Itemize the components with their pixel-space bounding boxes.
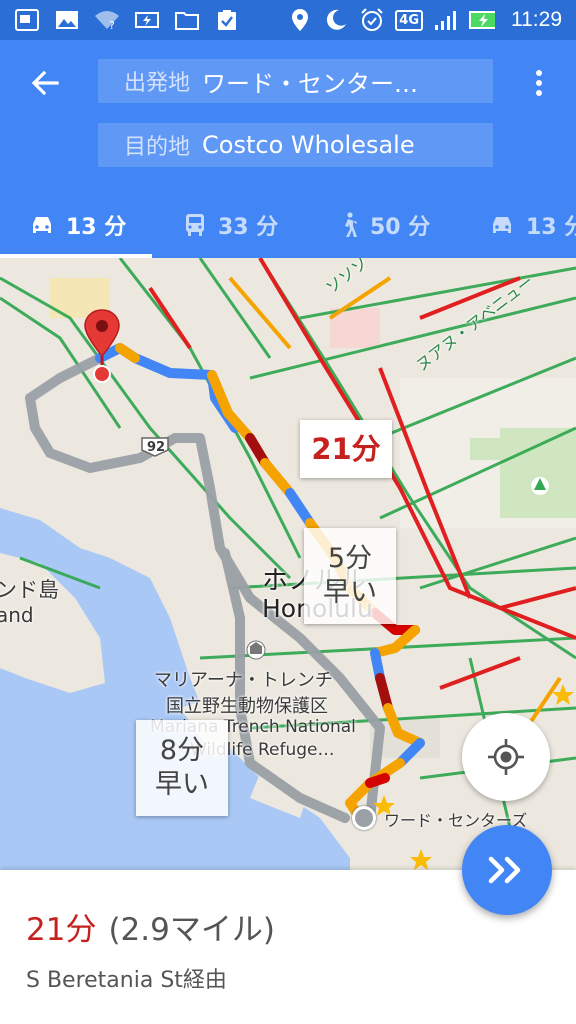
folder-icon (174, 8, 200, 32)
svg-text:?: ? (109, 19, 115, 30)
park-area (500, 428, 576, 518)
refuge-label-jp-1: マリアーナ・トレンチ (154, 670, 333, 691)
destination-label: 目的地 (124, 135, 191, 160)
route-time-callout-primary[interactable]: 21分 (300, 420, 392, 478)
arrow-back-icon (31, 70, 59, 96)
route-distance: (2.9マイル) (108, 912, 275, 948)
destination-field[interactable]: 目的地 Costco Wholesale (98, 123, 493, 167)
alt1-faster: 早い (323, 577, 377, 608)
route-92-label: 92 (147, 440, 166, 455)
park-tree-icon (531, 477, 549, 495)
alt2-time: 8分 (159, 735, 205, 766)
bus-icon (186, 214, 204, 236)
taxi-icon (493, 217, 511, 233)
primary-time: 21分 (311, 432, 381, 466)
tab-walk-label: 50 分 (370, 215, 431, 240)
route-time-callout-alt1[interactable]: 5分 早い (304, 528, 396, 624)
status-bar: ? 4G 11:29 (0, 0, 576, 40)
directions-header: 出発地 ワード・センター… 目的地 Costco Wholesale 13 分 … (0, 40, 576, 258)
tab-drive[interactable]: 13 分 (30, 192, 126, 258)
route-duration: 21分 (26, 912, 97, 948)
network-4g-icon: 4G (395, 9, 423, 31)
destination-pin-icon[interactable] (82, 308, 122, 386)
clipboard-check-icon (214, 8, 240, 32)
status-left-icons: ? (14, 8, 240, 32)
origin-value: ワード・センター… (202, 69, 419, 98)
island-label-en: and (0, 603, 34, 627)
moon-icon (323, 8, 349, 32)
origin-label: 出発地 (124, 71, 191, 96)
route-summary: 21分 (2.9マイル) (26, 904, 275, 949)
double-chevron-right-icon (488, 856, 521, 884)
route-via: S Beretania St経由 (26, 968, 227, 993)
wifi-question-icon: ? (94, 8, 120, 32)
alt2-faster: 早い (155, 769, 209, 800)
alt1-time: 5分 (327, 543, 373, 574)
more-options-button[interactable] (524, 60, 554, 106)
battery-charging-icon (469, 8, 495, 32)
tab-transit-label: 33 分 (218, 215, 279, 240)
alarm-icon (359, 8, 385, 32)
my-location-icon (488, 739, 524, 775)
more-vert-icon (536, 70, 542, 96)
status-right-icons: 4G 11:29 (287, 8, 562, 32)
location-icon (287, 8, 313, 32)
island-label-jp: ンド島 (0, 578, 59, 602)
destination-value: Costco Wholesale (202, 131, 415, 159)
my-location-button[interactable] (462, 713, 550, 801)
notification-app-icon (14, 8, 40, 32)
refuge-label-jp-2: 国立野生動物保護区 (166, 696, 328, 717)
signal-icon (433, 8, 459, 32)
tab-transit[interactable]: 33 分 (184, 192, 278, 258)
origin-marker[interactable] (352, 806, 376, 830)
travel-mode-tabs: 13 分 33 分 50 分 13 分 (0, 192, 576, 258)
status-time: 11:29 (511, 8, 562, 31)
origin-field[interactable]: 出発地 ワード・センター… (98, 59, 493, 103)
route-time-callout-alt2[interactable]: 8分 早い (136, 720, 228, 816)
refuge-landmark-icon (246, 640, 266, 660)
walk-icon (345, 212, 357, 237)
start-navigation-button[interactable] (462, 825, 552, 915)
car-icon (33, 217, 51, 233)
image-icon (54, 8, 80, 32)
tab-walk[interactable]: 50 分 (340, 192, 430, 258)
back-button[interactable] (22, 60, 68, 106)
battery-saver-icon (134, 8, 160, 32)
tab-ride[interactable]: 13 分 (490, 192, 576, 258)
map-view[interactable]: ソソソ ヌアヌ・アベニュー ンド島 and ホノルル Honolulu マリアー… (0, 258, 576, 870)
tab-drive-label: 13 分 (66, 215, 127, 240)
tab-ride-label: 13 分 (526, 215, 576, 240)
